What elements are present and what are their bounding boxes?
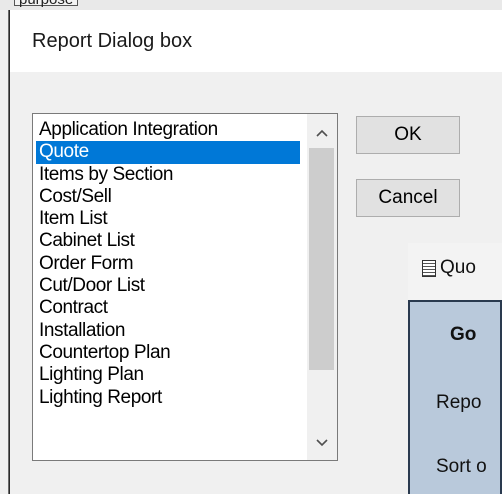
background-window-title-text: Quo: [440, 257, 476, 278]
background-panel-line-1: Repo: [436, 392, 482, 413]
list-item-item-list[interactable]: Item List: [36, 208, 300, 230]
list-item-countertop-plan[interactable]: Countertop Plan: [36, 342, 300, 364]
report-listbox[interactable]: Application Integration Quote Items by S…: [32, 113, 338, 461]
background-report-window: Quo Go Repo Sort o: [408, 243, 502, 494]
background-top-strip: purpose: [0, 0, 502, 10]
scroll-thumb[interactable]: [309, 148, 334, 370]
list-item-order-form[interactable]: Order Form: [36, 253, 300, 275]
background-panel-heading: Go: [450, 324, 477, 345]
list-item-installation[interactable]: Installation: [36, 320, 300, 342]
list-item-contract[interactable]: Contract: [36, 297, 300, 319]
list-item-lighting-report[interactable]: Lighting Report: [36, 387, 300, 409]
scroll-down-icon[interactable]: [307, 430, 337, 456]
list-item-quote[interactable]: Quote: [36, 141, 300, 164]
background-left-edge: [0, 10, 9, 494]
list-item-cost-sell[interactable]: Cost/Sell: [36, 186, 300, 208]
list-item-cut-door-list[interactable]: Cut/Door List: [36, 275, 300, 297]
background-window-title: Quo: [422, 257, 476, 279]
report-list: Application Integration Quote Items by S…: [36, 119, 300, 409]
ok-button[interactable]: OK: [356, 116, 460, 154]
list-item-items-by-section[interactable]: Items by Section: [36, 164, 300, 186]
list-item-lighting-plan[interactable]: Lighting Plan: [36, 364, 300, 386]
background-top-text: purpose: [14, 0, 79, 8]
dialog-title: Report Dialog box: [32, 30, 193, 52]
list-item-cabinet-list[interactable]: Cabinet List: [36, 230, 300, 252]
list-item-application-integration[interactable]: Application Integration: [36, 119, 300, 141]
scroll-up-icon[interactable]: [307, 120, 337, 146]
dialog-titlebar[interactable]: Report Dialog box: [10, 10, 502, 72]
cancel-button[interactable]: Cancel: [356, 179, 460, 217]
list-scrollbar[interactable]: [307, 114, 337, 460]
document-icon: [422, 259, 436, 277]
background-panel-line-2: Sort o: [436, 456, 487, 477]
background-panel: Go Repo Sort o: [408, 300, 502, 494]
